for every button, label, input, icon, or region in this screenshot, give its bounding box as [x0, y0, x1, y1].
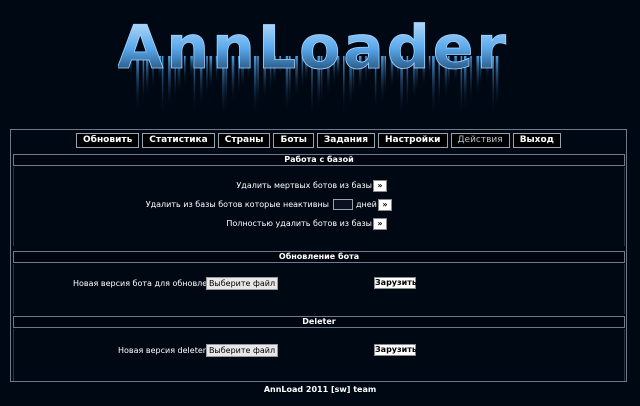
bot-upload-button[interactable]: Зарузить	[374, 277, 417, 289]
delete-inactive-button[interactable]: »	[378, 199, 392, 211]
delete-dead-label: Удалить мертвых ботов из базы	[236, 181, 372, 190]
nav-tasks-button[interactable]: Задания	[316, 133, 375, 148]
deleter-file-chooser[interactable]: Выберите файл	[206, 344, 278, 357]
nav-settings-button[interactable]: Настройки	[377, 133, 448, 148]
logo-graphic: AnnLoader	[117, 13, 508, 120]
delete-dead-button[interactable]: »	[373, 180, 387, 192]
nav-bots-button[interactable]: Боты	[273, 133, 314, 148]
delete-all-button[interactable]: »	[373, 218, 387, 230]
db-section-title: Работа с базой	[13, 154, 625, 166]
db-section-body: Удалить мертвых ботов из базы » Удалить …	[13, 167, 625, 246]
annloader-logo: AnnLoader	[117, 8, 508, 120]
bot-file-chooser[interactable]: Выберите файл	[206, 277, 278, 290]
bot-version-label: Новая версия бота для обновления:	[73, 279, 226, 288]
nav-statistics-button[interactable]: Статистика	[142, 133, 215, 148]
nav-bar: Обновить Статистика Страны Боты Задания …	[11, 130, 626, 150]
update-section-title: Обновление бота	[13, 251, 625, 263]
logo-text: AnnLoader	[118, 13, 508, 83]
deleter-section-body: Новая версия deleter`a: Выберите файл За…	[13, 329, 625, 381]
nav-refresh-button[interactable]: Обновить	[76, 133, 140, 148]
nav-countries-button[interactable]: Страны	[217, 133, 271, 148]
days-suffix-label: дней	[356, 200, 377, 209]
footer-credits: AnnLoad 2011 [sw] team	[263, 385, 377, 394]
nav-logout-button[interactable]: Выход	[512, 133, 561, 148]
inactive-days-input[interactable]	[333, 199, 353, 210]
nav-actions-button[interactable]: Действия	[450, 133, 510, 148]
deleter-section-title: Deleter	[13, 316, 625, 328]
delete-inactive-label: Удалить из базы ботов которые неактивны	[145, 200, 329, 209]
deleter-version-label: Новая версия deleter`a:	[118, 346, 218, 355]
update-section-body: Новая версия бота для обновления: Выбери…	[13, 264, 625, 314]
delete-all-label: Полностью удалить ботов из базы	[226, 219, 372, 228]
deleter-upload-button[interactable]: Зарузить	[374, 344, 417, 356]
main-panel: Обновить Статистика Страны Боты Задания …	[10, 129, 627, 382]
